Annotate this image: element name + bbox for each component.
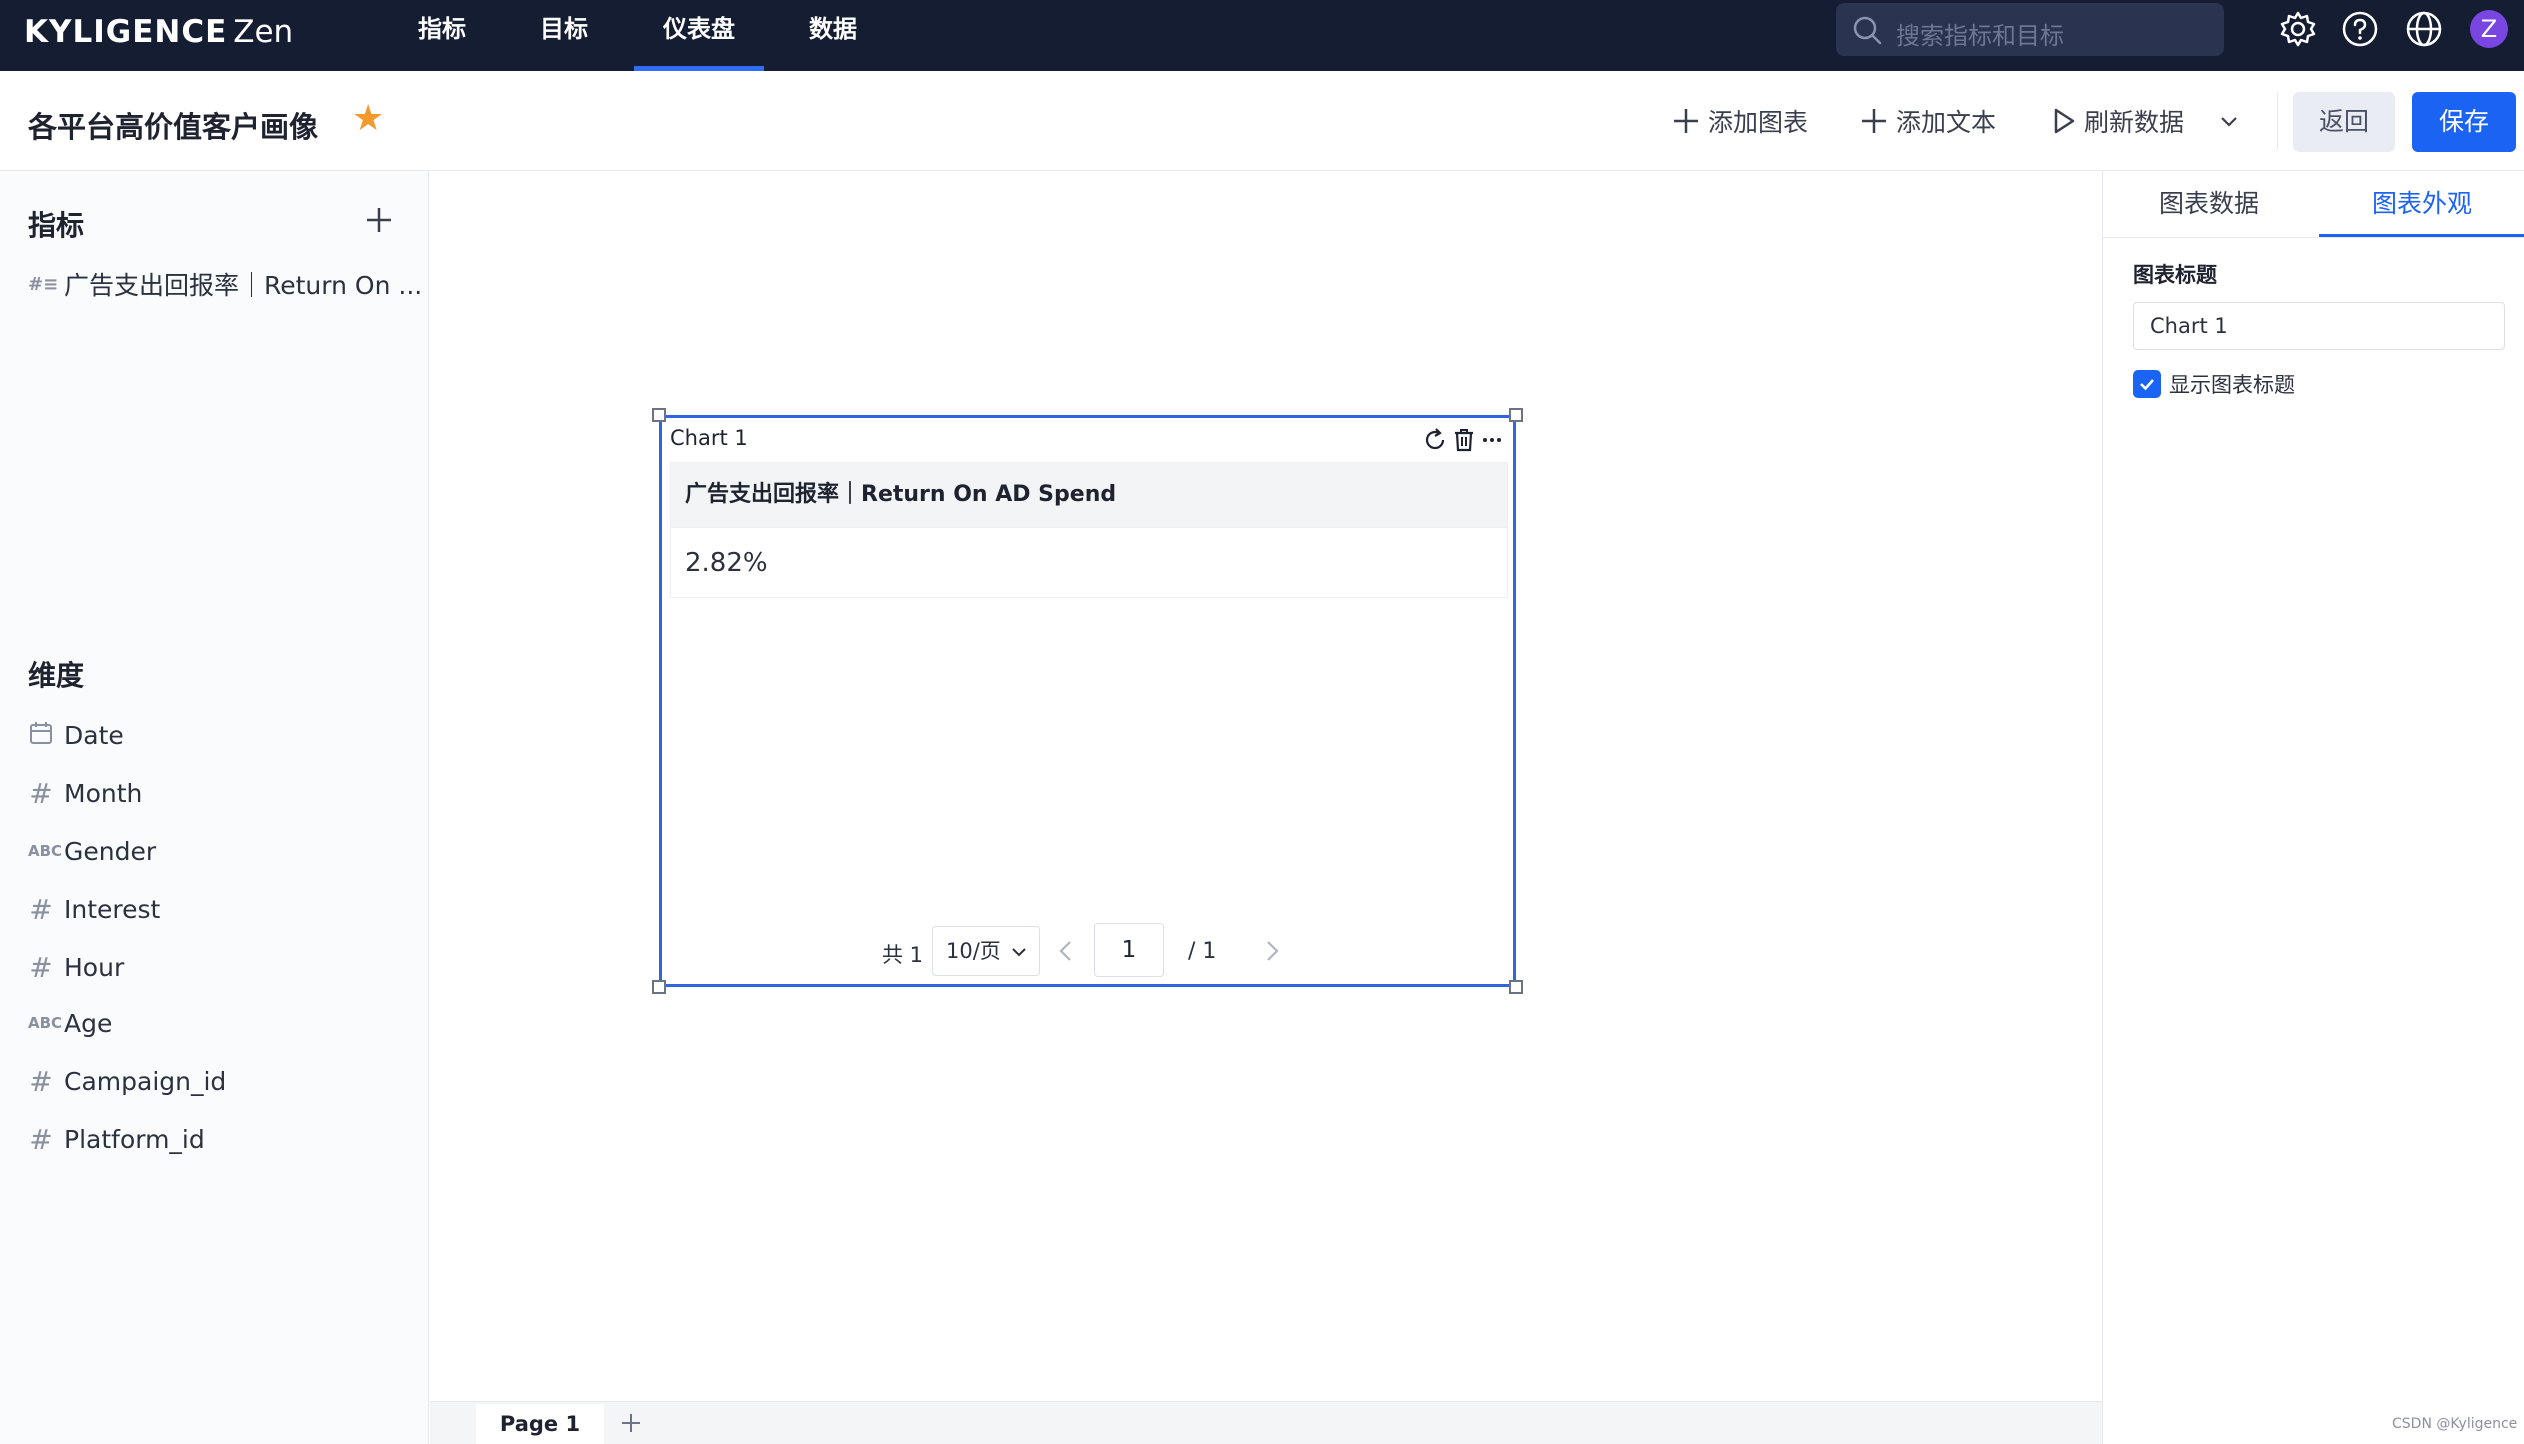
nav-item-metrics[interactable]: 指标 bbox=[410, 0, 474, 71]
page-tab[interactable]: Page 1 bbox=[476, 1404, 604, 1444]
nav-item-data[interactable]: 数据 bbox=[798, 0, 868, 71]
show-title-checkbox[interactable]: 显示图表标题 bbox=[2133, 369, 2295, 399]
pagination: 共 1 10/页 1 / 1 bbox=[662, 923, 1513, 979]
back-button[interactable]: 返回 bbox=[2293, 92, 2395, 152]
dashboard-canvas[interactable]: Chart 1 广告支出回报率｜Return On AD Spend 2.82%… bbox=[430, 171, 2102, 1444]
favorite-star-icon[interactable]: ★ bbox=[352, 101, 384, 137]
chart-settings-panel: 图表数据 图表外观 图表标题 Chart 1 显示图表标题 bbox=[2102, 171, 2524, 1444]
toolbar-divider bbox=[2277, 93, 2278, 149]
chart-title-field-label: 图表标题 bbox=[2133, 263, 2217, 287]
fields-sidebar: 指标 #≡ 广告支出回报率｜Return On ... 维度 Date # Mo… bbox=[0, 171, 429, 1444]
chart-actions bbox=[1423, 428, 1503, 452]
resize-handle-top-left[interactable] bbox=[652, 408, 666, 422]
plus-icon bbox=[1862, 109, 1886, 133]
dimension-label: Interest bbox=[64, 894, 161, 924]
tab-chart-data[interactable]: 图表数据 bbox=[2103, 171, 2315, 237]
dimension-item-hour[interactable]: # Hour bbox=[28, 947, 124, 987]
pagination-total: 共 1 bbox=[882, 943, 924, 967]
page-number-input[interactable]: 1 bbox=[1094, 923, 1164, 977]
add-chart-label: 添加图表 bbox=[1708, 108, 1809, 137]
dimension-label: Campaign_id bbox=[64, 1066, 227, 1096]
resize-handle-bottom-left[interactable] bbox=[652, 980, 666, 994]
prev-page-chevron-icon[interactable] bbox=[1056, 939, 1076, 963]
dimension-item-month[interactable]: # Month bbox=[28, 773, 142, 813]
logo-main-text: KYLIGENCE bbox=[24, 14, 228, 50]
calendar-icon bbox=[28, 721, 54, 749]
metrics-section-title: 指标 bbox=[28, 209, 85, 242]
dimension-label: Date bbox=[64, 720, 124, 750]
dimension-label: Age bbox=[64, 1008, 113, 1038]
number-hash-icon: # bbox=[29, 950, 53, 984]
search-box[interactable]: 搜索指标和目标 bbox=[1836, 3, 2224, 56]
dimension-label: Gender bbox=[64, 836, 157, 866]
search-icon bbox=[1853, 16, 1882, 45]
checkbox-checked-icon[interactable] bbox=[2133, 370, 2161, 398]
dimension-label: Hour bbox=[64, 952, 125, 982]
table-column-header[interactable]: 广告支出回报率｜Return On AD Spend bbox=[670, 462, 1508, 528]
nav-item-goals[interactable]: 目标 bbox=[528, 0, 600, 71]
chart-title: Chart 1 bbox=[670, 426, 748, 450]
logo-sub-text: Zen bbox=[233, 14, 294, 50]
chart-card[interactable]: Chart 1 广告支出回报率｜Return On AD Spend 2.82%… bbox=[652, 408, 1523, 994]
app-logo[interactable]: KYLIGENCE Zen bbox=[24, 14, 293, 50]
number-hash-icon: # bbox=[29, 776, 53, 810]
more-ellipsis-icon[interactable] bbox=[1481, 428, 1503, 452]
add-page-plus-icon[interactable] bbox=[618, 1410, 644, 1436]
dimension-item-campaign-id[interactable]: # Campaign_id bbox=[28, 1061, 226, 1101]
chevron-down-icon bbox=[1012, 948, 1026, 957]
metric-icon: #≡ bbox=[28, 273, 59, 295]
number-hash-icon: # bbox=[29, 892, 53, 926]
resize-handle-top-right[interactable] bbox=[1509, 408, 1523, 422]
play-icon bbox=[2054, 108, 2075, 134]
metric-item[interactable]: #≡ 广告支出回报率｜Return On ... bbox=[28, 264, 422, 304]
add-text-label: 添加文本 bbox=[1896, 108, 1997, 137]
dimension-item-gender[interactable]: ABC Gender bbox=[28, 831, 156, 871]
metric-item-label: 广告支出回报率｜Return On ... bbox=[64, 271, 423, 300]
dimension-item-date[interactable]: Date bbox=[28, 715, 124, 755]
save-button[interactable]: 保存 bbox=[2412, 92, 2516, 152]
show-title-label: 显示图表标题 bbox=[2169, 373, 2295, 397]
help-icon[interactable] bbox=[2341, 10, 2379, 48]
number-hash-icon: # bbox=[29, 1122, 53, 1156]
dimension-item-interest[interactable]: # Interest bbox=[28, 889, 160, 929]
language-globe-icon[interactable] bbox=[2405, 10, 2443, 48]
plus-icon bbox=[1674, 109, 1698, 133]
next-page-chevron-icon[interactable] bbox=[1262, 939, 1282, 963]
refresh-icon[interactable] bbox=[1423, 428, 1447, 452]
text-type-icon: ABC bbox=[28, 1014, 63, 1032]
nav-item-dashboards[interactable]: 仪表盘 bbox=[634, 0, 764, 71]
page-tabs-bar: Page 1 bbox=[430, 1401, 2102, 1444]
dimension-label: Month bbox=[64, 778, 143, 808]
add-metric-plus-icon[interactable] bbox=[364, 205, 394, 235]
add-text-button[interactable]: 添加文本 bbox=[1860, 101, 1996, 141]
dimension-item-platform-id[interactable]: # Platform_id bbox=[28, 1119, 205, 1159]
watermark-text: CSDN @Kyligence bbox=[2392, 1416, 2518, 1432]
refresh-data-button[interactable]: 刷新数据 bbox=[2052, 101, 2184, 141]
chart-title-input[interactable]: Chart 1 bbox=[2133, 302, 2505, 350]
page-size-value: 10/页 bbox=[946, 939, 1001, 963]
tabs-divider bbox=[2103, 237, 2524, 238]
table-cell-value: 2.82% bbox=[670, 528, 1508, 598]
refresh-data-label: 刷新数据 bbox=[2084, 108, 2185, 137]
page-size-select[interactable]: 10/页 bbox=[932, 926, 1040, 976]
dimension-label: Platform_id bbox=[64, 1124, 205, 1154]
top-navbar: KYLIGENCE Zen 指标 目标 仪表盘 数据 搜索指标和目标 Z bbox=[0, 0, 2524, 71]
add-chart-button[interactable]: 添加图表 bbox=[1672, 101, 1808, 141]
chevron-down-icon[interactable] bbox=[2218, 111, 2240, 133]
number-hash-icon: # bbox=[29, 1064, 53, 1098]
delete-trash-icon[interactable] bbox=[1453, 428, 1475, 452]
dimensions-section-title: 维度 bbox=[28, 659, 85, 692]
resize-handle-bottom-right[interactable] bbox=[1509, 980, 1523, 994]
tab-chart-appearance[interactable]: 图表外观 bbox=[2319, 171, 2524, 237]
text-type-icon: ABC bbox=[28, 842, 63, 860]
settings-gear-icon[interactable] bbox=[2279, 10, 2317, 48]
page-count: / 1 bbox=[1188, 939, 1217, 964]
dimension-item-age[interactable]: ABC Age bbox=[28, 1003, 112, 1043]
user-avatar[interactable]: Z bbox=[2470, 10, 2508, 48]
dashboard-toolbar: 各平台高价值客户画像 ★ 添加图表 添加文本 刷新数据 返回 保存 bbox=[0, 71, 2524, 171]
dashboard-title[interactable]: 各平台高价值客户画像 bbox=[28, 104, 318, 146]
search-placeholder: 搜索指标和目标 bbox=[1896, 22, 2064, 50]
